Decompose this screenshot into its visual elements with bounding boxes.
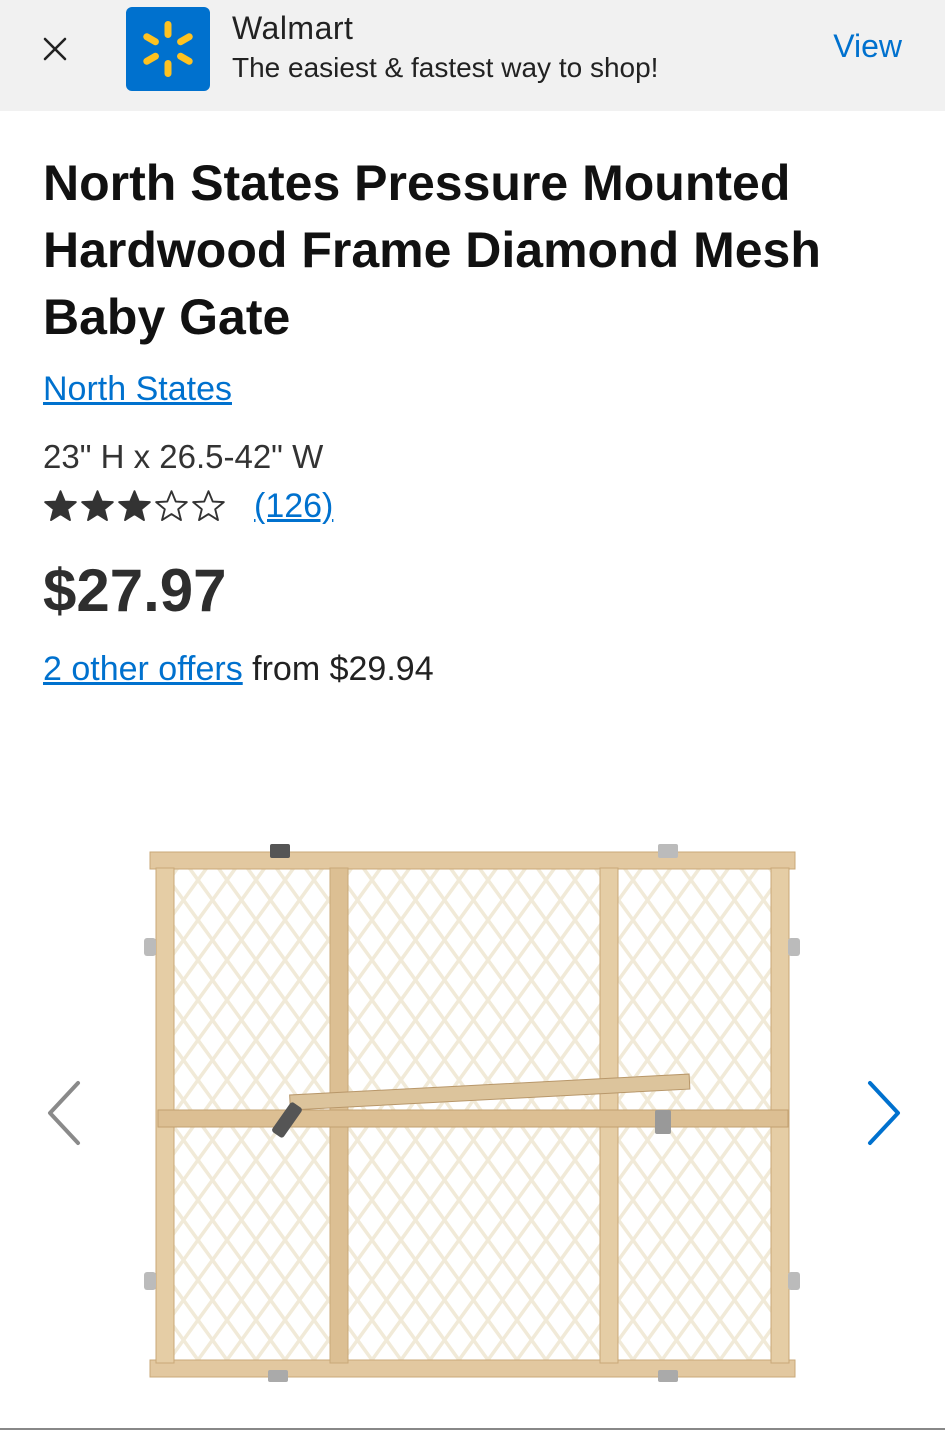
star-empty-icon [192, 490, 225, 522]
view-app-button[interactable]: View [833, 28, 902, 65]
other-offers-link[interactable]: 2 other offers [43, 650, 243, 688]
review-count-link[interactable]: (126) [254, 487, 333, 526]
app-install-banner: Walmart The easiest & fastest way to sho… [0, 0, 945, 111]
star-filled-icon [44, 490, 77, 522]
divider [0, 1428, 945, 1430]
app-tagline: The easiest & fastest way to shop! [232, 52, 659, 83]
previous-image-button[interactable] [40, 1078, 90, 1148]
close-icon [43, 37, 67, 61]
product-title: North States Pressure Mounted Hardwood F… [43, 155, 821, 345]
product-dimensions: 23" H x 26.5-42" W [43, 438, 324, 475]
baby-gate-image [144, 844, 800, 1382]
close-banner-button[interactable] [34, 28, 76, 70]
walmart-spark-icon [143, 21, 193, 77]
star-empty-icon [155, 490, 188, 522]
other-offers: 2 other offers from $29.94 [43, 650, 434, 689]
next-image-button[interactable] [858, 1078, 908, 1148]
product-price: $27.97 [43, 557, 227, 624]
star-rating [43, 489, 226, 524]
rating-row: (126) [43, 487, 333, 526]
star-filled-icon [81, 490, 114, 522]
chevron-left-icon [48, 1081, 80, 1145]
offers-price-text: from $29.94 [242, 650, 434, 688]
star-filled-icon [118, 490, 151, 522]
brand-link[interactable]: North States [43, 370, 232, 409]
walmart-logo [126, 7, 210, 91]
chevron-right-icon [868, 1081, 900, 1145]
app-name: Walmart [232, 10, 354, 46]
